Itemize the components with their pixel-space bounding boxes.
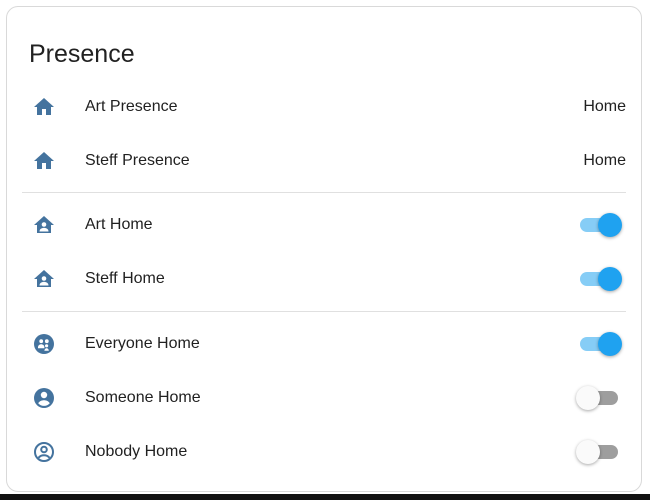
entity-label: Nobody Home [85, 443, 188, 460]
toggle-thumb [576, 386, 600, 410]
home-account-icon [32, 267, 56, 291]
home-account-icon [32, 213, 56, 237]
entity-label: Someone Home [85, 389, 201, 406]
entity-label: Steff Presence [85, 152, 190, 169]
entity-label: Steff Home [85, 270, 165, 287]
bottom-bar [0, 494, 650, 500]
entity-state: Home [583, 98, 626, 115]
entity-row-everyone-home[interactable]: Everyone Home [22, 317, 626, 371]
entity-row-steff-presence[interactable]: Steff Presence Home [22, 134, 626, 188]
card-title: Presence [29, 40, 135, 68]
toggle-switch[interactable] [578, 213, 622, 237]
entity-row-art-home[interactable]: Art Home [22, 198, 626, 252]
home-icon [32, 149, 56, 173]
divider [22, 192, 626, 193]
toggle-switch[interactable] [578, 267, 622, 291]
toggle-switch[interactable] [578, 332, 622, 356]
entity-state: Home [583, 152, 626, 169]
entity-label: Art Home [85, 216, 153, 233]
account-circle-outline-icon [32, 440, 56, 464]
entity-label: Art Presence [85, 98, 178, 115]
toggle-switch[interactable] [576, 440, 620, 464]
toggle-thumb [598, 332, 622, 356]
toggle-thumb [598, 213, 622, 237]
toggle-switch[interactable] [576, 386, 620, 410]
entity-row-steff-home[interactable]: Steff Home [22, 252, 626, 306]
entity-row-nobody-home[interactable]: Nobody Home [22, 425, 626, 479]
account-circle-icon [32, 386, 56, 410]
account-group-icon [32, 332, 56, 356]
entity-label: Everyone Home [85, 335, 200, 352]
toggle-thumb [576, 440, 600, 464]
entity-row-someone-home[interactable]: Someone Home [22, 371, 626, 425]
divider [22, 311, 626, 312]
entity-row-art-presence[interactable]: Art Presence Home [22, 80, 626, 134]
home-icon [32, 95, 56, 119]
toggle-thumb [598, 267, 622, 291]
